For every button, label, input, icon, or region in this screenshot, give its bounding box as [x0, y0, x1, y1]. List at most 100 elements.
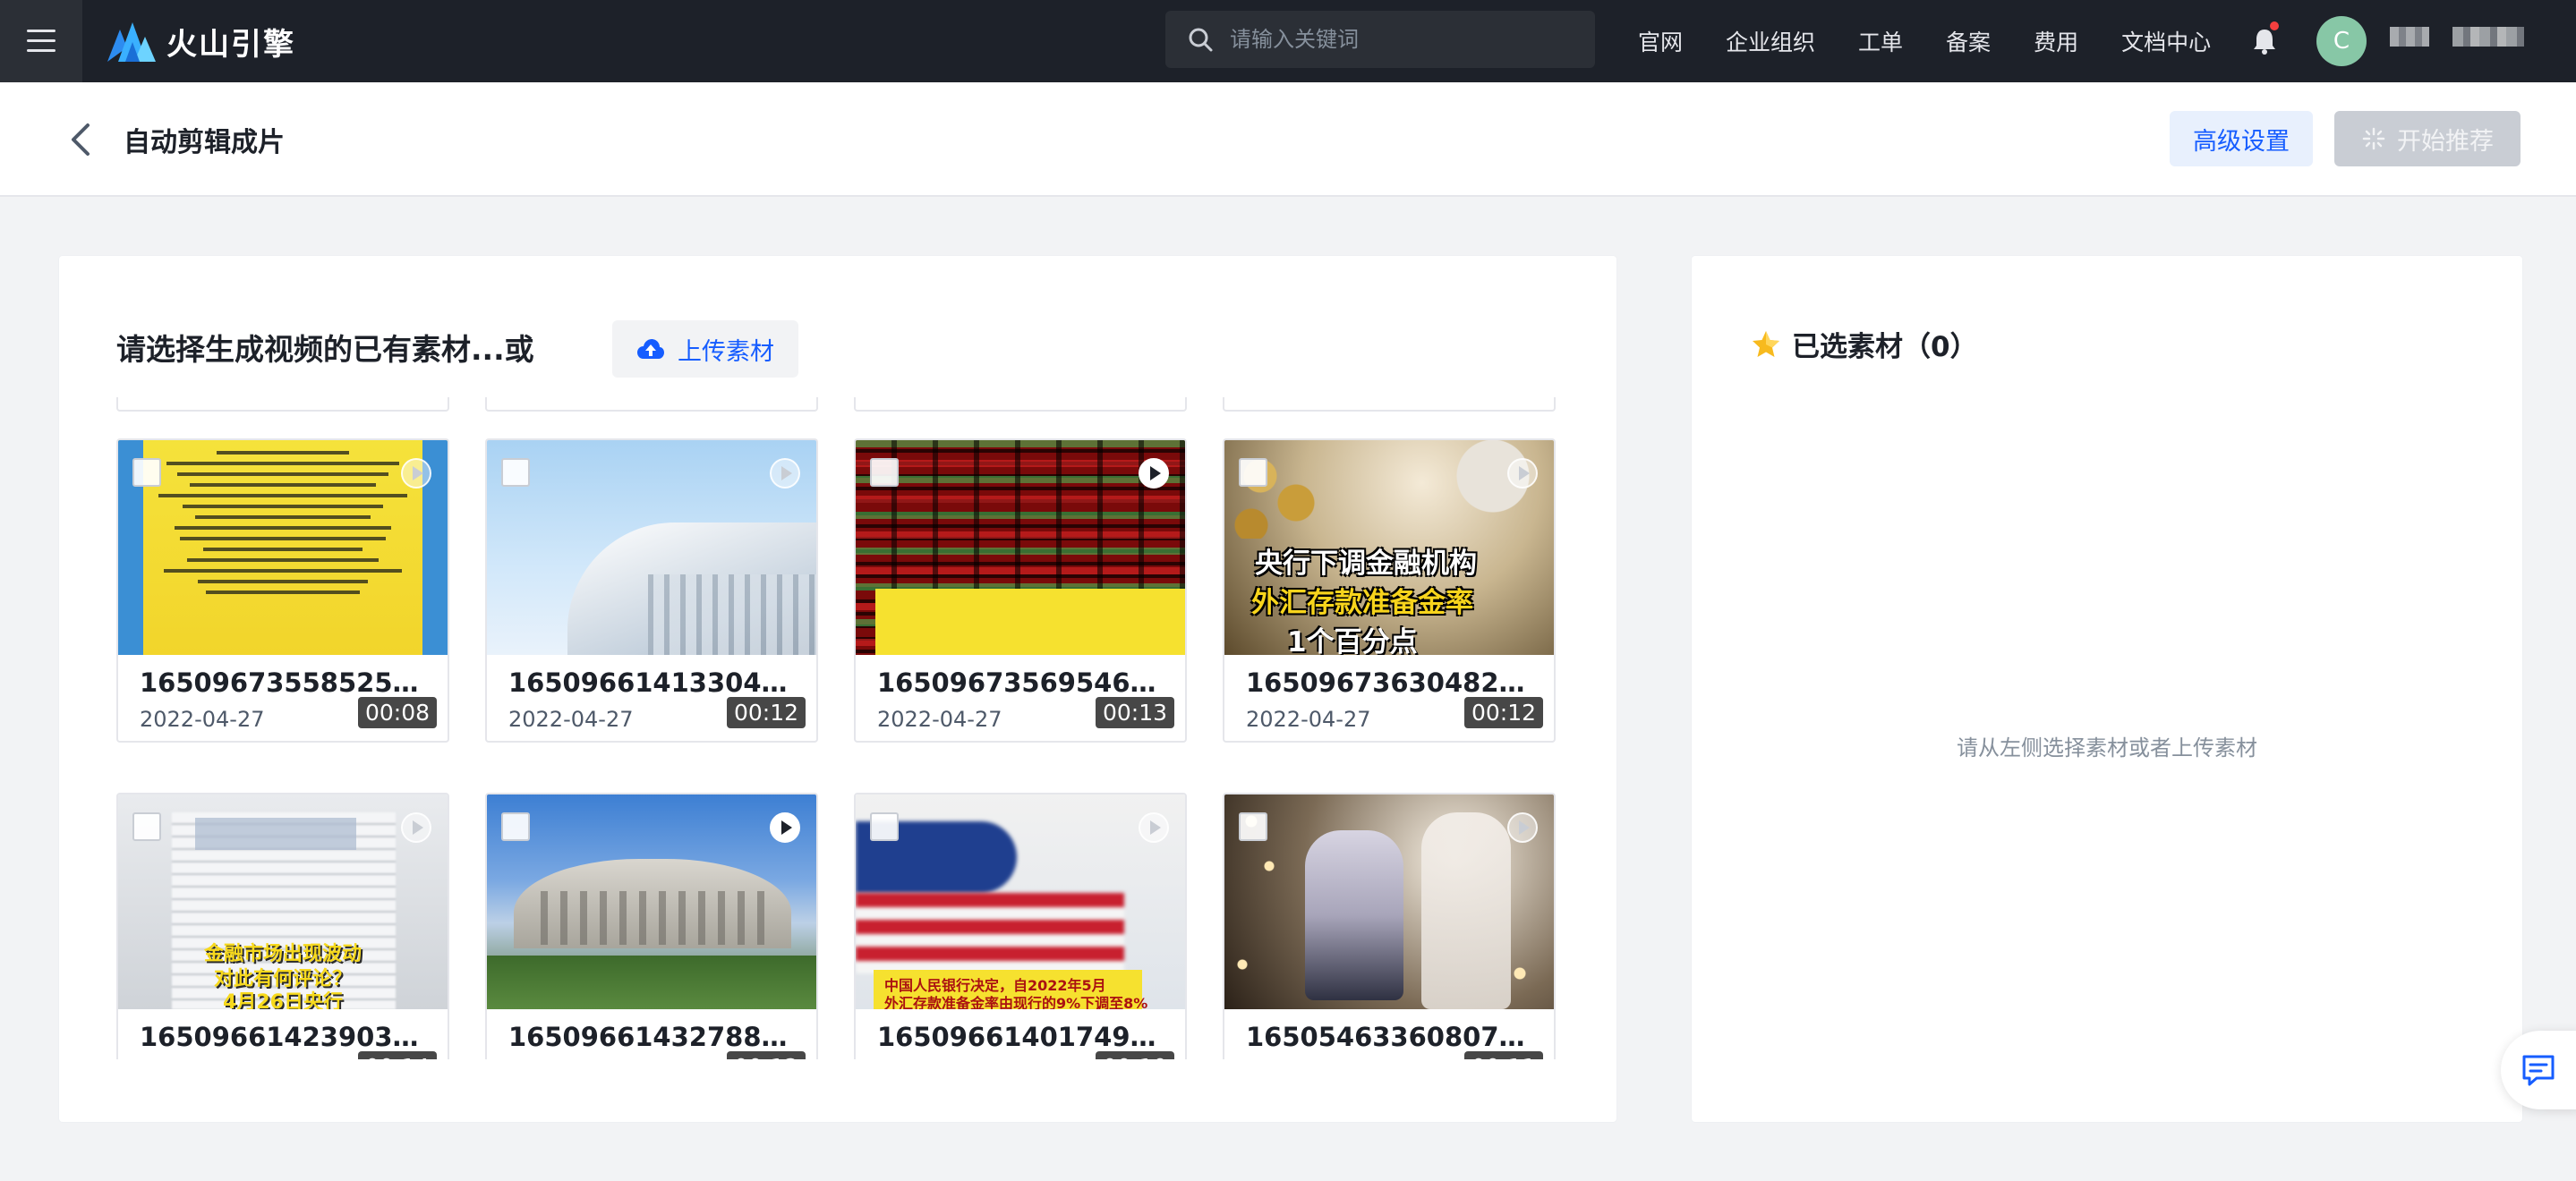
- material-name: 1650966143278883....: [508, 1022, 804, 1052]
- start-recommend-button[interactable]: 开始推荐: [2334, 111, 2521, 166]
- material-date: 2022-04-27: [508, 707, 634, 732]
- feedback-button[interactable]: [2501, 1031, 2576, 1109]
- play-icon[interactable]: [1507, 458, 1538, 489]
- video-thumbnail: [1224, 794, 1554, 1009]
- material-card[interactable]: 00:13 1650967356954617.... 2022-04-27: [854, 438, 1187, 743]
- search-icon: [1189, 28, 1213, 52]
- video-thumbnail: 央行下调金融机构 外汇存款准备金率 1个百分点: [1224, 440, 1554, 655]
- material-name: 1650967356954617....: [877, 667, 1173, 698]
- play-icon[interactable]: [1507, 812, 1538, 843]
- material-name: 1650966141330490....: [508, 667, 804, 698]
- page-header: 自动剪辑成片 高级设置 开始推荐: [0, 82, 2576, 197]
- upload-material-label: 上传素材: [678, 337, 774, 366]
- video-duration: 00:13: [1095, 697, 1174, 728]
- material-picker-heading: 请选择生成视频的已有素材...或: [116, 332, 534, 367]
- volcano-logo-icon: [107, 22, 156, 62]
- search-input[interactable]: [1230, 27, 1570, 52]
- video-thumbnail: [487, 794, 816, 1009]
- select-checkbox[interactable]: [1239, 458, 1267, 487]
- top-nav-bar: 火山引擎 官网 企业组织 工单 备案 费用 文档中心 C: [0, 0, 2576, 82]
- material-date: 2022-04-27: [877, 707, 1002, 732]
- select-checkbox[interactable]: [870, 458, 899, 487]
- select-checkbox[interactable]: [501, 812, 530, 841]
- account-id-redacted[interactable]: [2452, 27, 2524, 47]
- selected-materials-panel: 已选素材（0） 请从左侧选择素材或者上传素材: [1692, 256, 2522, 1122]
- material-grid[interactable]: 00:08 1650967355852584... 2022-04-27 00:…: [116, 397, 1620, 1059]
- thumbnail-caption-line: 1个百分点: [1287, 626, 1418, 655]
- video-thumbnail: 中国人民银行决定，自2022年5月 外汇存款准备金率由现行的9%下调至8%: [856, 794, 1185, 1009]
- material-card-partial[interactable]: [116, 397, 449, 412]
- menu-icon: [27, 30, 55, 53]
- select-checkbox[interactable]: [501, 458, 530, 487]
- material-card-partial[interactable]: [1223, 397, 1556, 412]
- video-duration: 00:10: [1095, 1051, 1174, 1059]
- thumbnail-caption-line: 外汇存款准备金率由现行的9%下调至8%: [884, 995, 1148, 1009]
- play-icon[interactable]: [401, 458, 431, 489]
- material-picker-panel: 请选择生成视频的已有素材...或 上传素材 00:08 165096735585…: [59, 256, 1616, 1122]
- video-duration: 00:12: [726, 1051, 806, 1059]
- video-thumbnail: [118, 440, 448, 655]
- play-icon[interactable]: [1139, 812, 1169, 843]
- video-duration: 00:14: [357, 1051, 437, 1059]
- video-duration: 00:08: [357, 697, 437, 728]
- nav-link-tickets[interactable]: 工单: [1858, 25, 1903, 57]
- video-thumbnail: [856, 440, 1185, 655]
- notification-dot: [2270, 21, 2279, 30]
- back-arrow-icon[interactable]: [63, 118, 98, 161]
- top-nav-links: 官网 企业组织 工单 备案 费用 文档中心: [1638, 0, 2254, 82]
- nav-link-organization[interactable]: 企业组织: [1726, 25, 1815, 57]
- play-icon[interactable]: [770, 812, 800, 843]
- user-name-redacted[interactable]: [2390, 27, 2429, 47]
- material-card[interactable]: 00:11 1650546336080720...: [1223, 793, 1556, 1059]
- video-duration: 00:12: [726, 697, 806, 728]
- advanced-settings-button[interactable]: 高级设置: [2170, 111, 2313, 166]
- material-card[interactable]: 中国人民银行决定，自2022年5月 外汇存款准备金率由现行的9%下调至8% 00…: [854, 793, 1187, 1059]
- chat-feedback-icon: [2522, 1055, 2555, 1086]
- material-name: 1650967355852584...: [140, 667, 435, 698]
- select-checkbox[interactable]: [132, 458, 161, 487]
- video-duration: 00:11: [1463, 1051, 1543, 1059]
- user-avatar[interactable]: C: [2316, 16, 2367, 66]
- search-box[interactable]: [1165, 11, 1595, 68]
- play-icon[interactable]: [401, 812, 431, 843]
- material-card[interactable]: 金融市场出现波动 对此有何评论？ 4月26日央行 00:14 165096614…: [116, 793, 449, 1059]
- select-checkbox[interactable]: [1239, 812, 1267, 841]
- material-name: 1650546336080720...: [1246, 1022, 1541, 1052]
- nav-link-official-site[interactable]: 官网: [1638, 25, 1683, 57]
- play-icon[interactable]: [770, 458, 800, 489]
- start-recommend-label: 开始推荐: [2397, 127, 2494, 156]
- hamburger-menu-button[interactable]: [0, 0, 82, 82]
- material-card-partial[interactable]: [485, 397, 818, 412]
- upload-material-button[interactable]: 上传素材: [612, 320, 798, 378]
- video-duration: 00:12: [1463, 697, 1543, 728]
- star-icon: [1753, 330, 1779, 357]
- video-thumbnail: 金融市场出现波动 对此有何评论？ 4月26日央行: [118, 794, 448, 1009]
- selected-materials-title: 已选素材（0）: [1792, 331, 1978, 363]
- nav-link-docs[interactable]: 文档中心: [2121, 25, 2211, 57]
- material-name: 1650966140174931....: [877, 1022, 1173, 1052]
- material-card[interactable]: 00:12 1650966143278883....: [485, 793, 818, 1059]
- sparkle-icon: [2362, 127, 2385, 150]
- nav-link-filing[interactable]: 备案: [1946, 25, 1991, 57]
- material-date: 2022-04-27: [140, 707, 265, 732]
- material-card[interactable]: 00:08 1650967355852584... 2022-04-27: [116, 438, 449, 743]
- material-card[interactable]: 00:12 1650966141330490.... 2022-04-27: [485, 438, 818, 743]
- thumbnail-caption-line: 4月26日央行: [223, 991, 343, 1009]
- material-card-partial[interactable]: [854, 397, 1187, 412]
- material-date: 2022-04-27: [1246, 707, 1371, 732]
- play-icon[interactable]: [1139, 458, 1169, 489]
- video-thumbnail: [487, 440, 816, 655]
- material-name: 1650967363048256...: [1246, 667, 1541, 698]
- brand-logo[interactable]: 火山引擎: [107, 18, 295, 64]
- select-checkbox[interactable]: [870, 812, 899, 841]
- selected-materials-header: 已选素材（0）: [1751, 324, 1978, 364]
- cloud-upload-icon: [637, 339, 664, 359]
- material-name: 1650966142390337....: [140, 1022, 435, 1052]
- brand-name: 火山引擎: [166, 26, 295, 63]
- nav-link-billing[interactable]: 费用: [2034, 25, 2078, 57]
- select-checkbox[interactable]: [132, 812, 161, 841]
- thumbnail-caption-line: 外汇存款准备金率: [1251, 587, 1473, 619]
- empty-selection-hint: 请从左侧选择素材或者上传素材: [1957, 735, 2257, 760]
- page-title: 自动剪辑成片: [124, 127, 285, 158]
- material-card[interactable]: 央行下调金融机构 外汇存款准备金率 1个百分点 00:12 1650967363…: [1223, 438, 1556, 743]
